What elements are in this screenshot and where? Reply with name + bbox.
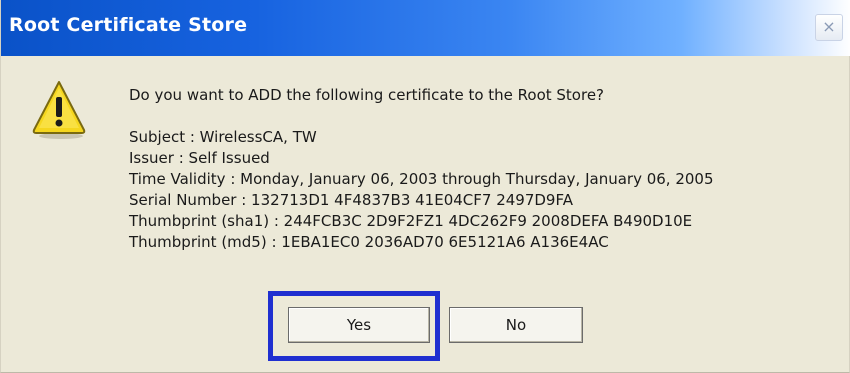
- certificate-details: Subject : WirelessCA, TW Issuer : Self I…: [129, 127, 714, 253]
- serial-number-line: Serial Number : 132713D1 4F4837B3 41E04C…: [129, 191, 573, 209]
- message-area: Do you want to ADD the following certifi…: [129, 86, 714, 253]
- thumbprint-md5-line: Thumbprint (md5) : 1EBA1EC0 2036AD70 6E5…: [129, 233, 609, 251]
- subject-line: Subject : WirelessCA, TW: [129, 128, 317, 146]
- close-icon: ×: [822, 17, 836, 36]
- issuer-line: Issuer : Self Issued: [129, 149, 270, 167]
- confirmation-question: Do you want to ADD the following certifi…: [129, 86, 605, 104]
- validity-line: Time Validity : Monday, January 06, 2003…: [129, 170, 714, 188]
- thumbprint-sha1-line: Thumbprint (sha1) : 244FCB3C 2D9F2FZ1 4D…: [129, 212, 693, 230]
- close-button[interactable]: ×: [815, 14, 843, 41]
- root-certificate-dialog: Root Certificate Store × Do you want to …: [0, 0, 850, 373]
- warning-icon: [32, 81, 86, 139]
- yes-button[interactable]: Yes: [288, 307, 430, 343]
- no-button[interactable]: No: [449, 307, 583, 343]
- title-bar[interactable]: Root Certificate Store ×: [1, 0, 850, 56]
- window-title: Root Certificate Store: [9, 14, 248, 36]
